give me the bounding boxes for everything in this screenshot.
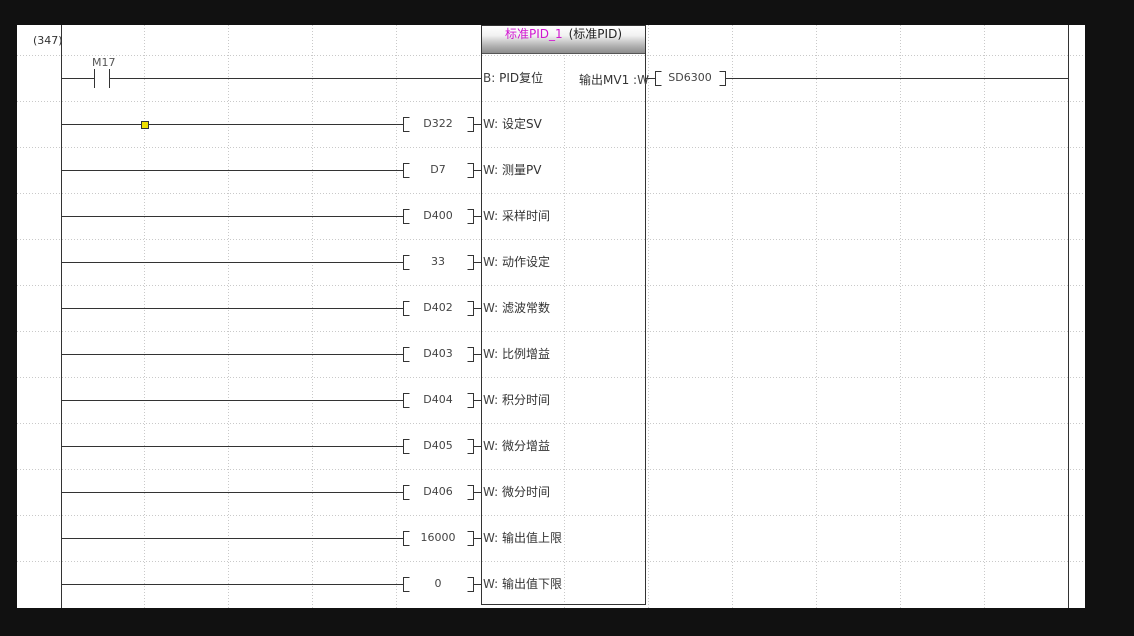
fb-param-2: W: 采样时间 — [483, 209, 550, 223]
fb-type-label: (标准PID) — [568, 27, 623, 41]
input-operand-5[interactable]: D403 — [403, 347, 473, 361]
input-operand-2[interactable]: D400 — [403, 209, 473, 223]
ladder-grid — [17, 25, 1085, 608]
fb-param-prefix: W: — [483, 255, 499, 269]
cursor-marker — [141, 121, 149, 129]
output-device-sd6300[interactable]: SD6300 — [655, 71, 725, 85]
fb-param-10: W: 输出值下限 — [483, 577, 562, 591]
fb-input-label: PID复位 — [499, 71, 544, 85]
fb-param-7: W: 微分增益 — [483, 439, 550, 453]
fb-param-label: 滤波常数 — [502, 301, 551, 315]
fb-param-label: 测量PV — [502, 163, 542, 177]
input-operand-10[interactable]: 0 — [403, 577, 473, 591]
input-operand-1[interactable]: D7 — [403, 163, 473, 177]
fb-param-1: W: 测量PV — [483, 163, 542, 177]
fb-param-prefix: W: — [483, 209, 499, 223]
fb-param-prefix: W: — [483, 163, 499, 177]
fb-param-prefix: W: — [483, 301, 499, 315]
fb-input-pid-reset: B: PID复位 — [483, 71, 543, 85]
fb-param-0: W: 设定SV — [483, 117, 542, 131]
fb-param-prefix: W: — [483, 577, 499, 591]
fb-instance-name: 标准PID_1 — [504, 27, 563, 41]
input-operand-4[interactable]: D402 — [403, 301, 473, 315]
fb-param-label: 比例增益 — [502, 347, 551, 361]
fb-param-label: 输出值下限 — [502, 577, 563, 591]
fb-param-label: 动作设定 — [502, 255, 551, 269]
fb-param-5: W: 比例增益 — [483, 347, 550, 361]
step-number: (347) — [33, 34, 63, 47]
fb-param-label: 设定SV — [502, 117, 542, 131]
function-block-header[interactable]: 标准PID_1 (标准PID) — [482, 26, 645, 54]
fb-param-8: W: 微分时间 — [483, 485, 550, 499]
contact-device-label: M17 — [92, 56, 116, 69]
fb-param-3: W: 动作设定 — [483, 255, 550, 269]
fb-input-prefix: B: — [483, 71, 496, 85]
fb-param-prefix: W: — [483, 393, 499, 407]
fb-param-prefix: W: — [483, 347, 499, 361]
ladder-editor-area[interactable]: (347) M17 标准PID_1 (标准PID) B: PID复位 输出MV1 … — [17, 25, 1085, 608]
fb-param-9: W: 输出值上限 — [483, 531, 562, 545]
function-block-body — [481, 25, 646, 605]
input-operand-9[interactable]: 16000 — [403, 531, 473, 545]
input-operand-3[interactable]: 33 — [403, 255, 473, 269]
fb-param-prefix: W: — [483, 531, 499, 545]
input-operand-6[interactable]: D404 — [403, 393, 473, 407]
fb-param-6: W: 积分时间 — [483, 393, 550, 407]
input-operand-7[interactable]: D405 — [403, 439, 473, 453]
fb-output-mv1: 输出MV1 :W — [579, 71, 649, 88]
fb-param-4: W: 滤波常数 — [483, 301, 550, 315]
fb-param-label: 微分时间 — [502, 485, 551, 499]
fb-param-prefix: W: — [483, 117, 499, 131]
fb-param-label: 采样时间 — [502, 209, 551, 223]
fb-output-label: 输出MV1 — [579, 73, 630, 87]
fb-param-prefix: W: — [483, 485, 499, 499]
fb-param-label: 输出值上限 — [502, 531, 563, 545]
fb-param-prefix: W: — [483, 439, 499, 453]
input-operand-0[interactable]: D322 — [403, 117, 473, 131]
input-operand-8[interactable]: D406 — [403, 485, 473, 499]
fb-output-suffix: :W — [633, 73, 649, 87]
fb-param-label: 微分增益 — [502, 439, 551, 453]
fb-param-label: 积分时间 — [502, 393, 551, 407]
